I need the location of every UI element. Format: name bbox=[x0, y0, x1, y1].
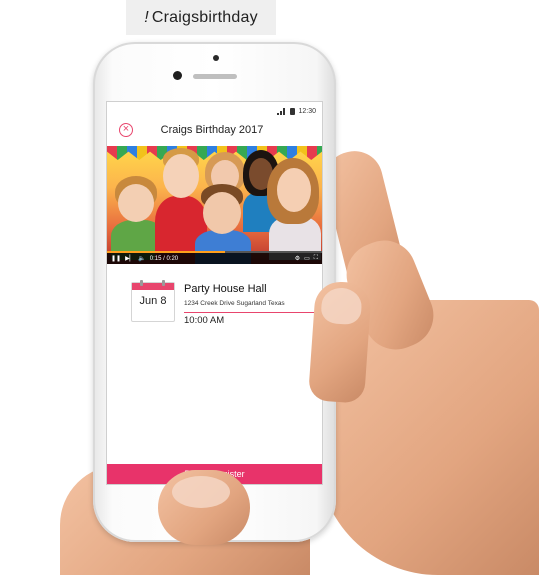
event-time: 10:00 AM bbox=[184, 315, 225, 326]
battery-icon bbox=[290, 107, 296, 115]
event-venue: Party House Hall bbox=[184, 283, 267, 295]
label-prefix: ! bbox=[144, 8, 149, 26]
fullscreen-icon[interactable]: ⛶ bbox=[314, 255, 318, 262]
front-camera-icon bbox=[213, 55, 219, 61]
close-icon[interactable]: × bbox=[119, 123, 133, 137]
event-date: Jun 8 bbox=[139, 295, 167, 307]
right-thumb bbox=[307, 280, 373, 404]
app-header: × Craigs Birthday 2017 bbox=[107, 120, 322, 144]
video-controls: ❚❚ ▶▏ 🔈 0:15 / 0:20 ⚙ ▭ ⛶ bbox=[107, 253, 322, 264]
label-text: Craigsbirthday bbox=[151, 8, 258, 26]
cast-icon[interactable]: ▭ bbox=[304, 255, 310, 262]
calendar-icon: Jun 8 bbox=[131, 280, 175, 322]
keyword-label: ! Craigsbirthday bbox=[126, 0, 276, 35]
play-pause-icon[interactable]: ❚❚ bbox=[111, 255, 121, 262]
skip-next-icon[interactable]: ▶▏ bbox=[125, 255, 134, 262]
video-player[interactable]: ❚❚ ▶▏ 🔈 0:15 / 0:20 ⚙ ▭ ⛶ bbox=[107, 146, 322, 264]
page-title: Craigs Birthday 2017 bbox=[160, 124, 264, 136]
sensor-icon bbox=[173, 71, 182, 80]
status-time: 12:30 bbox=[298, 107, 316, 115]
settings-icon[interactable]: ⚙ bbox=[295, 255, 300, 262]
signal-icon bbox=[277, 107, 287, 115]
video-time: 0:15 / 0:20 bbox=[149, 255, 179, 262]
left-thumb bbox=[158, 470, 250, 545]
phone-screen: 12:30 × Craigs Birthday 2017 ❚❚ ▶▏ 🔈 0:1… bbox=[107, 102, 322, 484]
event-address: 1234 Creek Drive Sugarland Texas bbox=[184, 300, 285, 307]
volume-icon[interactable]: 🔈 bbox=[138, 255, 145, 262]
earpiece-speaker bbox=[193, 74, 237, 79]
divider bbox=[184, 312, 322, 313]
status-bar: 12:30 bbox=[107, 102, 322, 120]
video-person bbox=[267, 158, 322, 260]
